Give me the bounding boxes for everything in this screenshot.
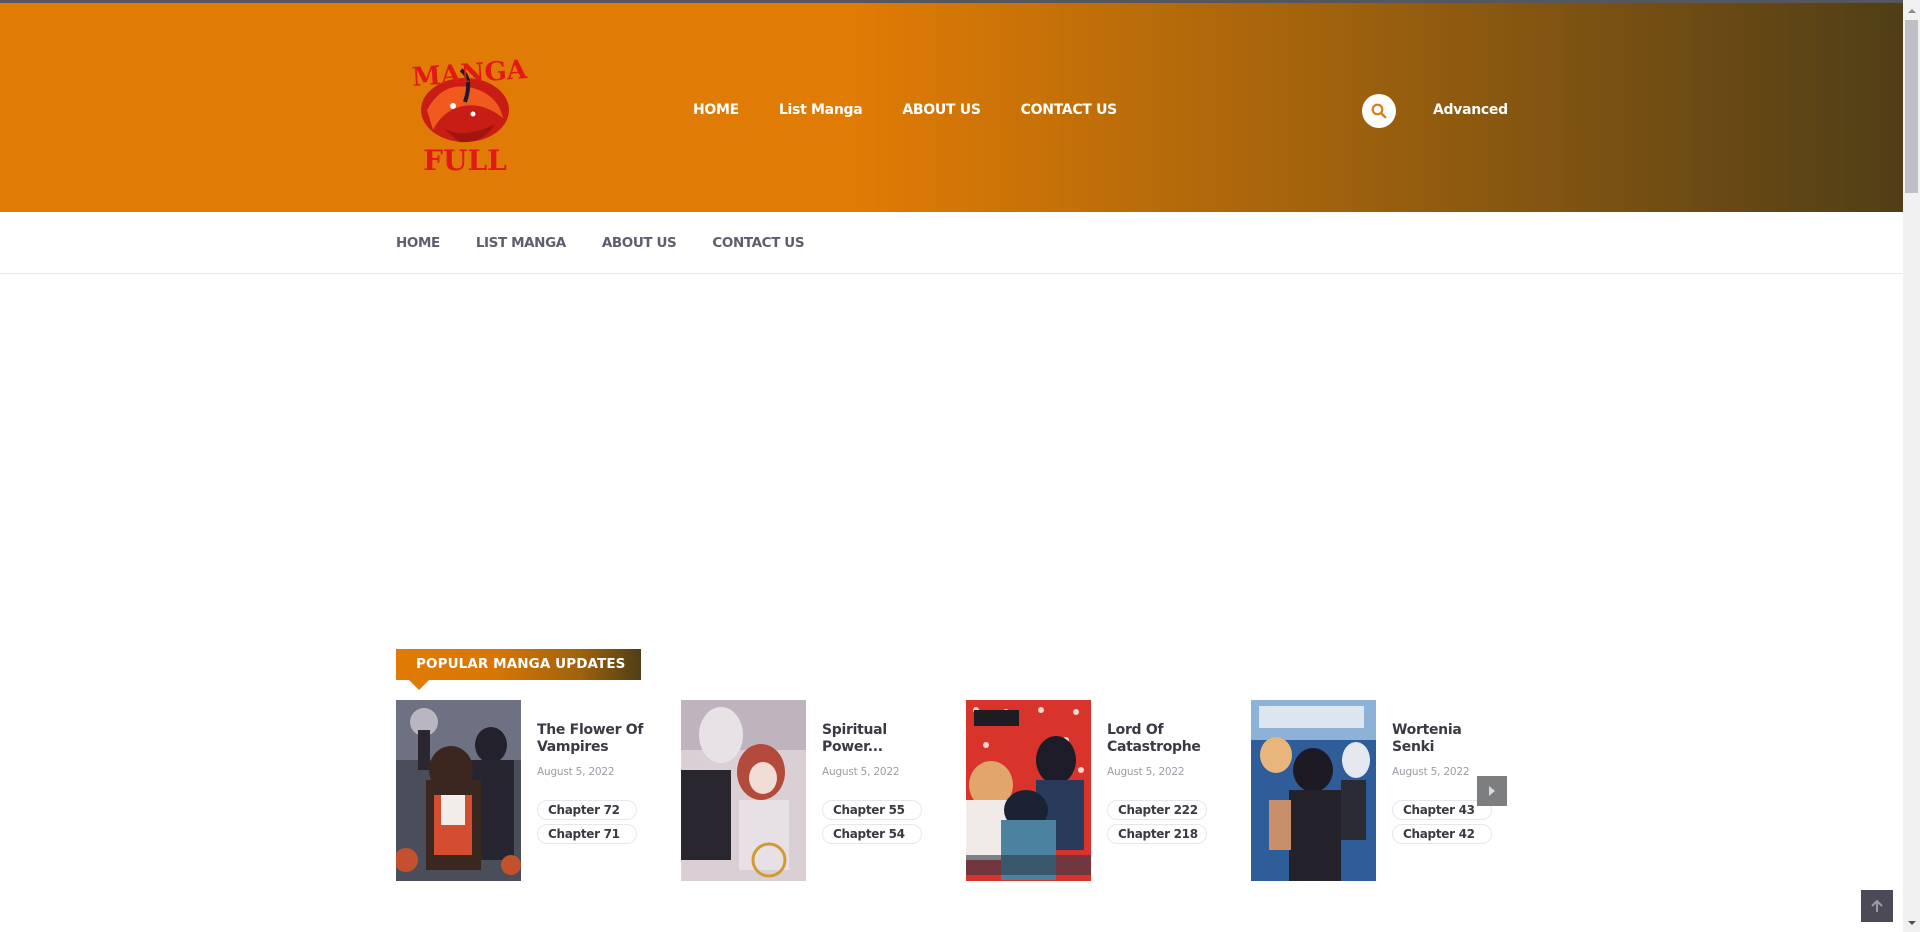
manga-cover[interactable] bbox=[681, 700, 806, 881]
back-to-top-button[interactable] bbox=[1861, 890, 1893, 922]
cover-image bbox=[1251, 700, 1376, 881]
vertical-scrollbar[interactable] bbox=[1903, 0, 1920, 932]
manga-full-logo-icon: MANGA FULL bbox=[411, 55, 529, 177]
heading-pointer bbox=[409, 680, 429, 690]
chapter-link[interactable]: Chapter 55 bbox=[822, 800, 922, 820]
scroll-down-arrow-icon[interactable] bbox=[1908, 921, 1916, 925]
manga-cover[interactable] bbox=[396, 700, 521, 881]
chapter-link[interactable]: Chapter 72 bbox=[537, 800, 637, 820]
site-logo[interactable]: MANGA FULL bbox=[403, 40, 537, 180]
chevron-right-icon bbox=[1489, 786, 1495, 796]
manga-cover[interactable] bbox=[966, 700, 1091, 881]
svg-text:MANGA: MANGA bbox=[411, 55, 529, 93]
advanced-search-link[interactable]: Advanced bbox=[1433, 99, 1508, 121]
chapter-link[interactable]: Chapter 42 bbox=[1392, 824, 1492, 844]
manga-title[interactable]: The Flower Of Vampires bbox=[537, 722, 647, 756]
scroll-up-arrow-icon[interactable] bbox=[1908, 9, 1916, 13]
arrow-up-icon bbox=[1871, 899, 1883, 912]
cover-image bbox=[396, 700, 521, 881]
main-nav: HOME List Manga ABOUT US CONTACT US bbox=[693, 99, 1157, 121]
subnav-home[interactable]: HOME bbox=[396, 232, 440, 254]
search-icon bbox=[1371, 103, 1387, 119]
chapter-link[interactable]: Chapter 71 bbox=[537, 824, 637, 844]
chapter-link[interactable]: Chapter 222 bbox=[1107, 800, 1207, 820]
scrollbar-thumb[interactable] bbox=[1905, 20, 1918, 193]
nav-list-manga[interactable]: List Manga bbox=[779, 99, 863, 121]
nav-about-us[interactable]: ABOUT US bbox=[902, 99, 981, 121]
cover-image bbox=[966, 700, 1091, 881]
manga-title[interactable]: Spiritual Power... bbox=[822, 722, 932, 756]
manga-date: August 5, 2022 bbox=[822, 766, 900, 778]
manga-date: August 5, 2022 bbox=[537, 766, 615, 778]
manga-date: August 5, 2022 bbox=[1107, 766, 1185, 778]
svg-text:FULL: FULL bbox=[423, 144, 507, 177]
subnav-list-manga[interactable]: LIST MANGA bbox=[476, 232, 566, 254]
nav-home[interactable]: HOME bbox=[693, 99, 739, 121]
manga-title[interactable]: Wortenia Senki bbox=[1392, 722, 1502, 756]
manga-card: The Flower Of Vampires August 5, 2022 Ch… bbox=[396, 700, 656, 881]
cover-image bbox=[681, 700, 806, 881]
subnav-contact-us[interactable]: CONTACT US bbox=[712, 232, 804, 254]
secondary-nav: HOME LIST MANGA ABOUT US CONTACT US bbox=[0, 212, 1903, 274]
manga-card: Lord Of Catastrophe August 5, 2022 Chapt… bbox=[966, 700, 1226, 881]
chapter-link[interactable]: Chapter 218 bbox=[1107, 824, 1207, 844]
manga-cover[interactable] bbox=[1251, 700, 1376, 881]
popular-manga-heading: POPULAR MANGA UPDATES bbox=[396, 649, 641, 680]
popular-manga-carousel: The Flower Of Vampires August 5, 2022 Ch… bbox=[396, 700, 1508, 881]
manga-card: Wortenia Senki August 5, 2022 Chapter 43… bbox=[1251, 700, 1511, 881]
carousel-next-button[interactable] bbox=[1477, 776, 1507, 806]
subnav-about-us[interactable]: ABOUT US bbox=[602, 232, 677, 254]
chapter-link[interactable]: Chapter 54 bbox=[822, 824, 922, 844]
site-header: MANGA FULL HOME List Manga ABOUT US CONT… bbox=[0, 3, 1903, 212]
nav-contact-us[interactable]: CONTACT US bbox=[1021, 99, 1118, 121]
search-button[interactable] bbox=[1362, 94, 1396, 128]
manga-card: Spiritual Power... August 5, 2022 Chapte… bbox=[681, 700, 941, 881]
manga-date: August 5, 2022 bbox=[1392, 766, 1470, 778]
manga-title[interactable]: Lord Of Catastrophe bbox=[1107, 722, 1217, 756]
